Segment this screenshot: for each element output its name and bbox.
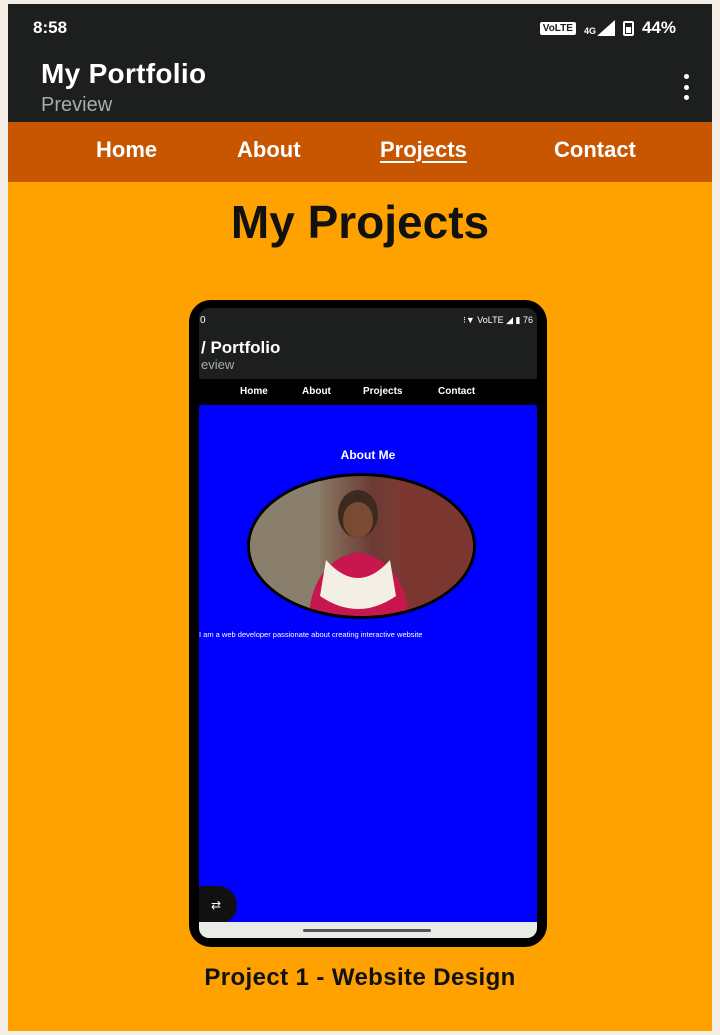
page-title: My Projects (230, 196, 490, 248)
preview-app-title: / Portfolio (201, 338, 281, 357)
app-screen: 8:58 VoLTE 4G 44% My Portfolio Preview H… (8, 4, 712, 1031)
app-title: My Portfolio (41, 58, 207, 89)
status-icons: VoLTE 4G 44% (539, 18, 676, 38)
profile-photo (247, 473, 476, 619)
preview-nav-bar (199, 922, 537, 938)
preview-screen: 0 ⁝▼ VoLTE ◢ ▮ 76 / Portfolio eview Home… (199, 308, 537, 938)
preview-app-subtitle: eview (201, 357, 235, 372)
preview-nav: Home About Projects Contact (199, 379, 537, 405)
nav-projects[interactable]: Projects (380, 137, 467, 163)
nav-home[interactable]: Home (96, 137, 157, 163)
network-type: 4G (583, 26, 596, 36)
status-time: 8:58 (33, 18, 68, 37)
rotate-icon[interactable]: ⇄ (199, 886, 237, 924)
preview-bio-text: I am a web developer passionate about cr… (199, 630, 423, 639)
more-vert-icon[interactable] (682, 74, 690, 100)
battery-icon (622, 20, 634, 36)
home-handle (303, 929, 431, 932)
preview-app-bar: / Portfolio eview (199, 335, 537, 379)
signal-icon: 4G (584, 20, 615, 36)
preview-about-heading: About Me (340, 448, 396, 462)
site-nav: Home About Projects Contact (8, 122, 712, 182)
status-bar: 8:58 VoLTE 4G 44% (8, 4, 712, 50)
person-image (250, 476, 473, 616)
preview-nav-projects: Projects (363, 386, 403, 397)
nav-contact[interactable]: Contact (554, 137, 636, 163)
project-caption: Project 1 - Website Design (204, 964, 516, 991)
volte-icon: VoLTE (539, 21, 576, 35)
preview-nav-about: About (302, 386, 331, 397)
project-preview-image[interactable]: 0 ⁝▼ VoLTE ◢ ▮ 76 / Portfolio eview Home… (189, 300, 547, 947)
nav-about[interactable]: About (237, 137, 301, 163)
app-subtitle: Preview (41, 94, 113, 116)
app-bar: My Portfolio Preview (8, 50, 712, 122)
battery-percent: 44% (641, 18, 676, 37)
preview-status-bar: 0 ⁝▼ VoLTE ◢ ▮ 76 (199, 308, 537, 335)
preview-nav-home: Home (240, 386, 268, 397)
preview-nav-contact: Contact (438, 386, 476, 397)
